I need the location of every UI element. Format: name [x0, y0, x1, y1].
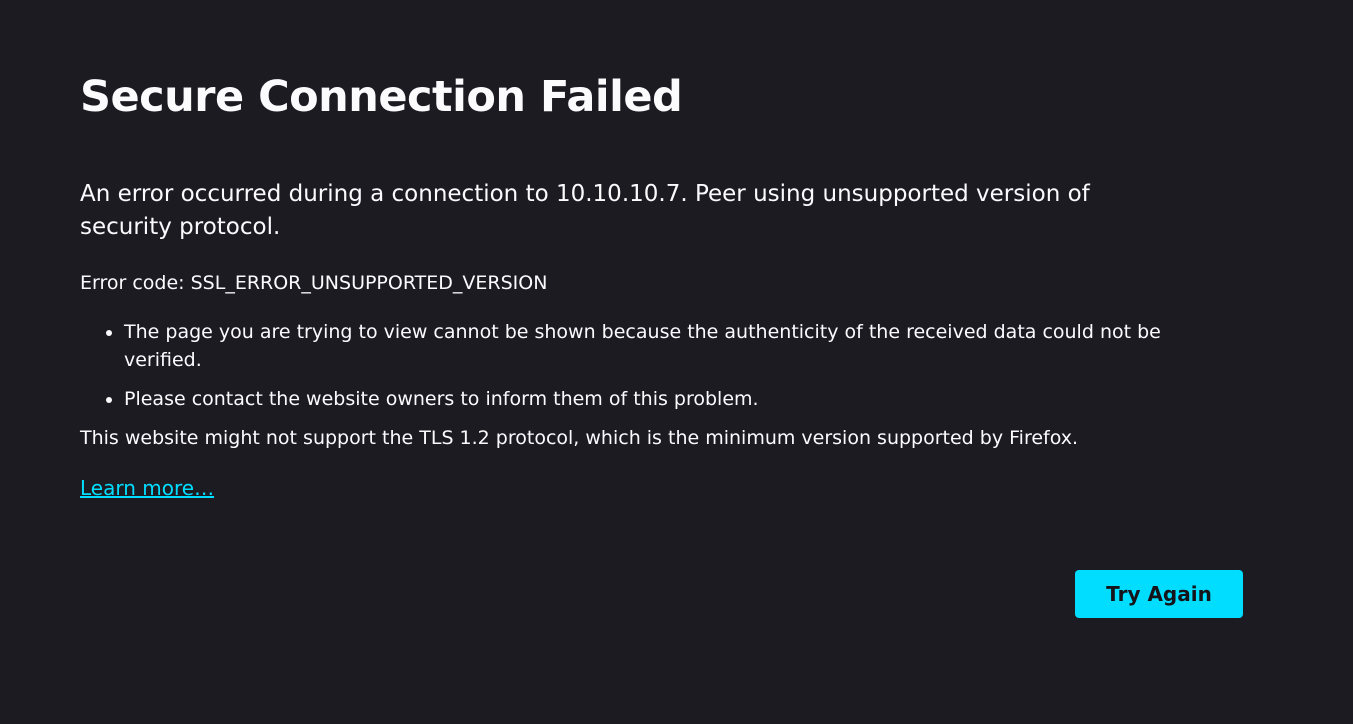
error-code: Error code: SSL_ERROR_UNSUPPORTED_VERSIO…: [80, 272, 548, 294]
page-title: Secure Connection Failed: [80, 72, 683, 122]
learn-more-link[interactable]: Learn more…: [80, 475, 214, 501]
list-item: The page you are trying to view cannot b…: [124, 318, 1243, 374]
error-details-list: The page you are trying to view cannot b…: [80, 318, 1243, 413]
try-again-button[interactable]: Try Again: [1075, 570, 1243, 618]
list-item: Please contact the website owners to inf…: [124, 385, 1243, 413]
error-short-description: An error occurred during a connection to…: [80, 181, 1090, 240]
error-page: Secure Connection Failed An error occurr…: [80, 68, 1243, 501]
tls-note: This website might not support the TLS 1…: [80, 427, 1079, 449]
